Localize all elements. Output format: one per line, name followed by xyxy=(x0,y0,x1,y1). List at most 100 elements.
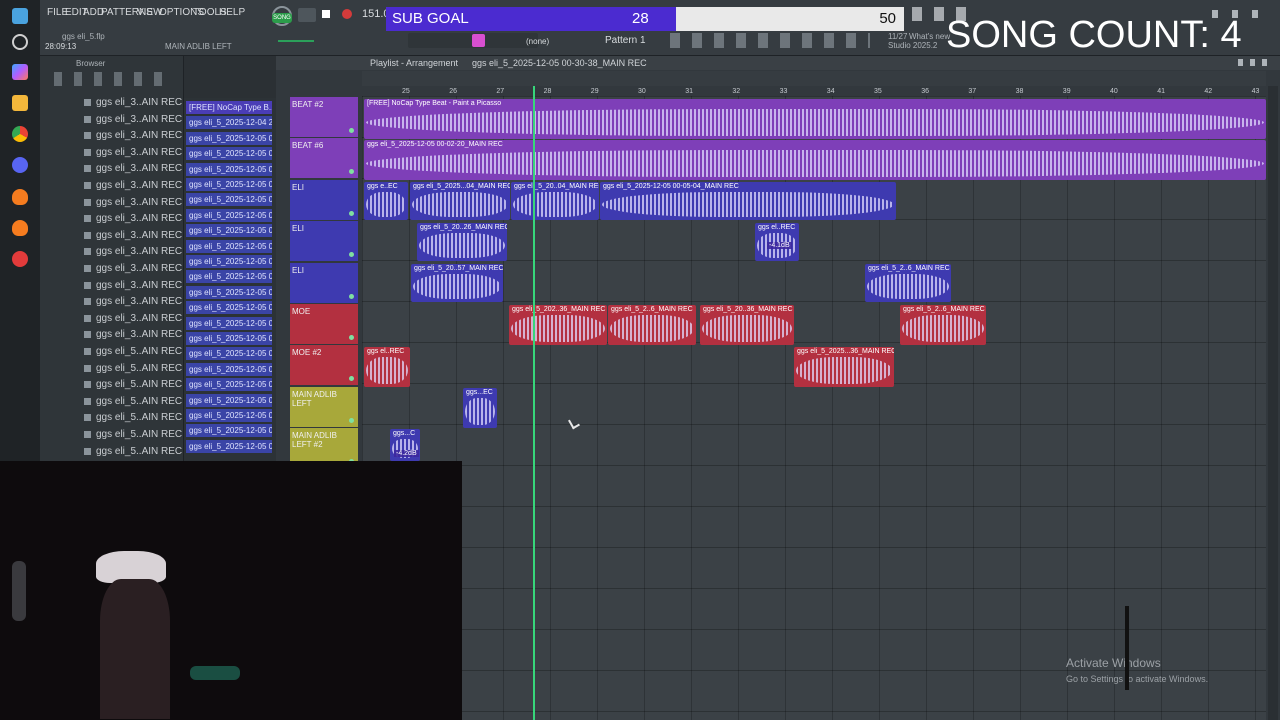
track-active-led[interactable] xyxy=(349,128,354,133)
browser-item[interactable]: ggs eli_5..AIN REC xyxy=(96,446,182,457)
track-active-led[interactable] xyxy=(349,293,354,299)
browser-item[interactable]: ggs eli_5..AIN REC xyxy=(96,429,182,440)
search-icon[interactable] xyxy=(12,34,28,50)
browser-item[interactable]: ggs eli_3..AIN REC xyxy=(96,246,182,257)
clip-list-item[interactable]: ggs eli_5_2025-12-05 00... xyxy=(186,409,272,422)
record-button[interactable] xyxy=(342,9,352,19)
audio-clip[interactable]: ggs eli_5_2025-12-05 00-02-20_MAIN REC xyxy=(364,140,1266,180)
browser-item[interactable]: ggs eli_5..AIN REC xyxy=(96,346,182,357)
fl-studio-active-icon[interactable] xyxy=(12,220,28,236)
snap-select[interactable]: (none) xyxy=(526,37,549,46)
browser-toolbar[interactable] xyxy=(54,72,174,86)
clip-list-item[interactable]: [FREE] NoCap Type B... xyxy=(186,101,272,114)
vertical-scrollbar[interactable] xyxy=(1268,86,1278,720)
audio-clip[interactable]: ggs eli_5_20..57_MAIN REC xyxy=(411,264,503,302)
browser-item[interactable]: ggs eli_3..AIN REC xyxy=(96,313,182,324)
audio-clip[interactable]: ggs el..REC xyxy=(364,347,410,387)
audio-clip[interactable]: [FREE] NoCap Type Beat - Paint a Picasso xyxy=(364,99,1266,139)
track-header[interactable]: ELI xyxy=(290,262,358,303)
pattern-selector[interactable]: Pattern 1 xyxy=(605,35,646,46)
clip-list-item[interactable]: ggs eli_5_2025-12-05 00... xyxy=(186,347,272,361)
track-active-led[interactable] xyxy=(349,169,354,175)
clip-list-item[interactable]: ggs eli_5_2025-12-05 00... xyxy=(186,301,272,315)
clip-list-item[interactable]: ggs eli_5_2025-12-05 00... xyxy=(186,147,272,161)
clip-list-item[interactable]: ggs eli_5_2025-12-05 00... xyxy=(186,393,272,407)
browser-item[interactable]: ggs eli_5..AIN REC xyxy=(96,412,182,423)
obs-icon[interactable] xyxy=(12,251,28,267)
clip-list-item[interactable]: ggs eli_5_2025-12-05 00... xyxy=(186,224,272,238)
browser-item[interactable]: ggs eli_3..AIN REC xyxy=(96,180,182,191)
clip-list-item[interactable]: ggs eli_5_2025-12-05 00... xyxy=(186,270,272,284)
clip-list-item[interactable]: ggs eli_5_2025-12-05 00... xyxy=(186,332,272,345)
news-label[interactable]: What's new xyxy=(909,32,950,41)
file-explorer-icon[interactable] xyxy=(12,95,28,111)
playlist-window-controls[interactable] xyxy=(1238,59,1268,66)
browser-item[interactable]: ggs eli_3..AIN REC xyxy=(96,114,182,125)
clip-list-item[interactable]: ggs eli_5_2025-12-05 00... xyxy=(186,285,272,299)
track-header[interactable]: ELI xyxy=(290,221,358,262)
browser-item[interactable]: ggs eli_3..AIN REC xyxy=(96,213,182,224)
browser-item[interactable]: ggs eli_5..AIN REC xyxy=(96,363,182,374)
audio-clip[interactable]: ggs eli_5_2025...36_MAIN REC xyxy=(794,347,894,387)
clip-list-item[interactable]: ggs eli_5_2025-12-05 00... xyxy=(186,208,272,222)
window-buttons[interactable] xyxy=(670,33,870,48)
audio-clip[interactable]: ggs eli_5_2..6_MAIN REC xyxy=(865,264,951,302)
audio-clip[interactable]: ggs eli_5_2..6_MAIN REC xyxy=(900,305,986,345)
link-tool-icon[interactable] xyxy=(472,34,485,47)
clip-list-item[interactable]: ggs eli_5_2025-12-05 00... xyxy=(186,131,272,145)
discord-icon[interactable] xyxy=(12,157,28,173)
clip-list-item[interactable]: ggs eli_5_2025-12-05 00... xyxy=(186,424,272,438)
audio-clip[interactable]: ggs eli_5_20..26_MAIN REC xyxy=(417,223,507,261)
track-header[interactable]: MAIN ADLIB LEFT xyxy=(290,386,358,427)
track-active-led[interactable] xyxy=(349,417,354,423)
browser-item[interactable]: ggs eli_3..AIN REC xyxy=(96,280,182,291)
clip-list-item[interactable]: ggs eli_5_2025-12-05 00... xyxy=(186,239,272,253)
clip-list-item[interactable]: ggs eli_5_2025-12-04 23... xyxy=(186,116,272,130)
clip-list-item[interactable]: ggs eli_5_2025-12-05 00... xyxy=(186,439,272,453)
menu-help[interactable]: HELP xyxy=(219,7,245,18)
browser-item[interactable]: ggs eli_3..AIN REC xyxy=(96,130,182,141)
audio-clip[interactable]: ggs eli_5_20..36_MAIN REC xyxy=(700,305,794,345)
track-header[interactable]: ELI xyxy=(290,179,358,220)
browser-item[interactable]: ggs eli_5..AIN REC xyxy=(96,396,182,407)
audio-clip[interactable]: ggs eli_5_202..36_MAIN REC xyxy=(509,305,607,345)
master-volume-slider[interactable] xyxy=(278,40,314,42)
clip-list-item[interactable]: ggs eli_5_2025-12-05 00... xyxy=(186,255,272,268)
audio-clip[interactable]: ggs...EC xyxy=(463,388,497,428)
clip-list-item[interactable]: ggs eli_5_2025-12-05 00... xyxy=(186,193,272,207)
browser-item[interactable]: ggs eli_3..AIN REC xyxy=(96,97,182,108)
audio-clip[interactable]: ggs eli_5_20..04_MAIN REC xyxy=(511,182,599,220)
browser-item[interactable]: ggs eli_3..AIN REC xyxy=(96,329,182,340)
audio-clip[interactable]: ggs eli_5_2..6_MAIN REC xyxy=(608,305,696,345)
track-active-led[interactable] xyxy=(349,252,354,258)
windows-start-icon[interactable] xyxy=(12,8,28,24)
chrome-icon[interactable] xyxy=(12,126,28,142)
browser-item[interactable]: ggs eli_3..AIN REC xyxy=(96,197,182,208)
clip-list-item[interactable]: ggs eli_5_2025-12-05 00... xyxy=(186,362,272,376)
browser-item[interactable]: ggs eli_5..AIN REC xyxy=(96,379,182,390)
copilot-icon[interactable] xyxy=(12,64,28,80)
browser-item[interactable]: ggs eli_3..AIN REC xyxy=(96,147,182,158)
browser-item[interactable]: ggs eli_3..AIN REC xyxy=(96,163,182,174)
audio-clip[interactable]: ggs eli_5_2025...04_MAIN REC xyxy=(410,182,510,220)
audio-clip[interactable]: ggs eli_5_2025-12-05 00-05-04_MAIN REC xyxy=(600,182,896,220)
clip-list-item[interactable]: ggs eli_5_2025-12-05 00... xyxy=(186,378,272,392)
track-header[interactable]: BEAT #6 xyxy=(290,138,358,179)
clip-list-item[interactable]: ggs eli_5_2025-12-05 00... xyxy=(186,316,272,330)
track-header[interactable]: MOE xyxy=(290,304,358,344)
browser-item[interactable]: ggs eli_3..AIN REC xyxy=(96,230,182,241)
track-active-led[interactable] xyxy=(349,335,354,340)
track-header[interactable]: MOE #2 xyxy=(290,345,358,386)
browser-item[interactable]: ggs eli_3..AIN REC xyxy=(96,263,182,274)
browser-item[interactable]: ggs eli_3..AIN REC xyxy=(96,296,182,307)
playhead[interactable] xyxy=(533,86,535,720)
track-header[interactable]: BEAT #2 xyxy=(290,97,358,137)
audio-clip[interactable]: ggs e..EC xyxy=(364,182,408,220)
track-active-led[interactable] xyxy=(349,210,354,216)
stop-icon[interactable] xyxy=(322,10,330,18)
clip-list-item[interactable]: ggs eli_5_2025-12-05 00... xyxy=(186,178,272,191)
track-active-led[interactable] xyxy=(349,376,354,382)
song-mode-toggle[interactable]: SONG xyxy=(272,13,292,23)
clip-list-item[interactable]: ggs eli_5_2025-12-05 00... xyxy=(186,162,272,176)
playlist-scroll-bar[interactable] xyxy=(362,71,1266,86)
